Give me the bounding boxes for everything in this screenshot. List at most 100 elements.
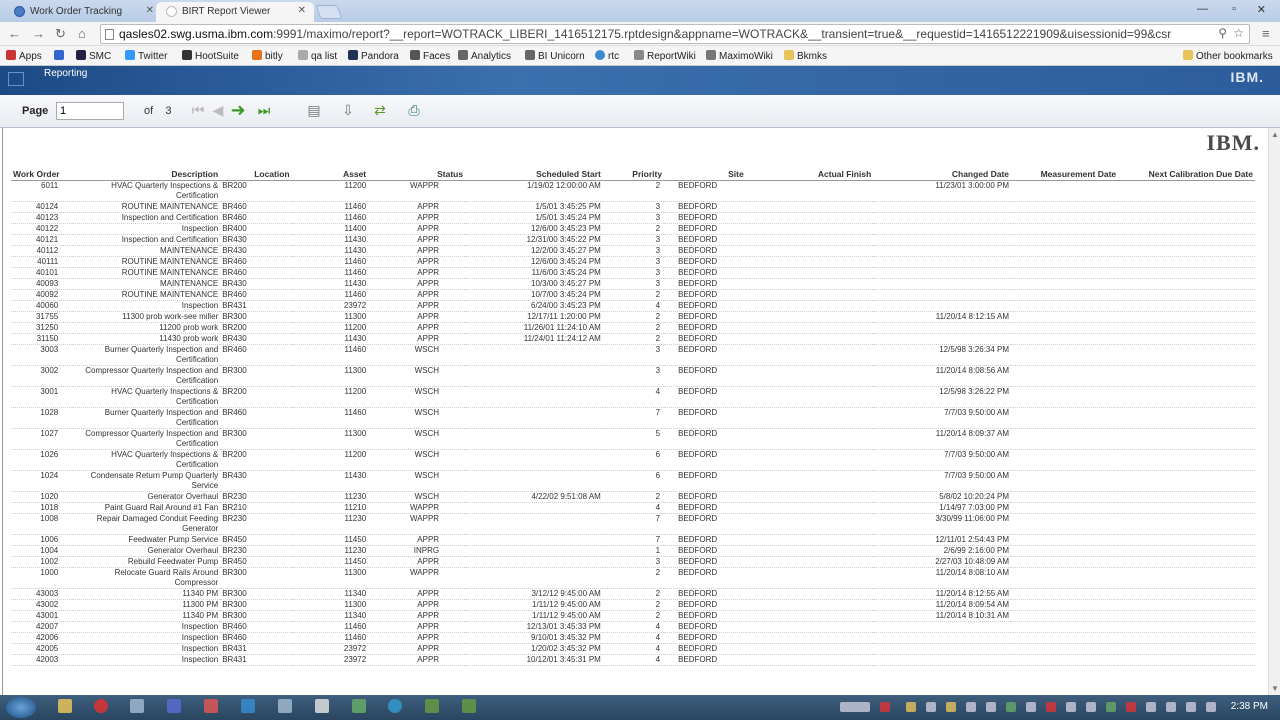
tray-icon[interactable]: [966, 702, 976, 712]
tray-icon[interactable]: [1026, 702, 1036, 712]
work-order-table: Work Order Description Location Asset St…: [11, 168, 1255, 666]
col-header: Scheduled Start: [465, 168, 603, 181]
vertical-scrollbar[interactable]: ▲ ▼: [1268, 128, 1280, 695]
table-cell: [1011, 567, 1119, 589]
bookmark-smc[interactable]: [54, 50, 67, 62]
table-cell: [873, 300, 1012, 312]
search-icon[interactable]: ⚲: [1215, 26, 1227, 40]
taskbar-app-icon[interactable]: [278, 699, 292, 713]
export-report-icon[interactable]: ⇄: [372, 102, 388, 118]
table-cell: BR450: [220, 556, 292, 568]
back-arrow-icon[interactable]: ←: [8, 26, 21, 41]
last-page-icon[interactable]: ⏭: [256, 102, 272, 118]
tray-icon[interactable]: [1046, 702, 1056, 712]
taskbar-app-icon[interactable]: [130, 699, 144, 713]
network-icon[interactable]: [1206, 702, 1216, 712]
print-icon[interactable]: ⎙: [406, 102, 422, 118]
table-cell: BR300: [220, 588, 292, 600]
table-cell: [873, 234, 1012, 246]
taskbar-app-icon[interactable]: [425, 699, 439, 713]
toc-icon[interactable]: ▤: [306, 102, 322, 118]
bookmark-bi-unicorn[interactable]: BI Unicorn: [525, 50, 585, 62]
maximize-icon[interactable]: ▫: [1232, 3, 1236, 15]
table-cell: 11430: [291, 278, 369, 290]
tray-icon[interactable]: [1086, 702, 1096, 712]
table-cell: 11/20/14 8:12:55 AM: [873, 588, 1012, 600]
table-cell: BR200: [220, 180, 292, 202]
tray-icon[interactable]: [986, 702, 996, 712]
page-number-input[interactable]: [56, 102, 124, 120]
reload-icon[interactable]: ↻: [55, 26, 66, 42]
tray-icon[interactable]: [1126, 702, 1136, 712]
bookmark-twitter[interactable]: Twitter: [125, 50, 167, 62]
new-tab-button[interactable]: [315, 5, 343, 19]
tab-birt-report-viewer[interactable]: BIRT Report Viewer ✕: [156, 2, 314, 22]
volume-icon[interactable]: [1186, 702, 1196, 712]
table-cell: [1011, 256, 1119, 268]
forward-arrow-icon[interactable]: →: [32, 26, 45, 41]
taskbar-app-icon[interactable]: [462, 699, 476, 713]
file-explorer-icon[interactable]: [58, 699, 72, 713]
bookmark-qa-list[interactable]: qa list: [298, 50, 337, 62]
table-cell: Inspection: [72, 621, 221, 633]
bookmark-hootsuite[interactable]: HootSuite: [182, 50, 239, 62]
export-data-icon[interactable]: ⇩: [340, 102, 356, 118]
table-cell: [745, 180, 874, 202]
tray-signal-icon[interactable]: [840, 702, 870, 712]
chrome-icon[interactable]: [94, 699, 108, 713]
table-cell: [873, 632, 1012, 644]
scroll-down-icon[interactable]: ▼: [1271, 684, 1279, 693]
table-cell: BR430: [220, 470, 292, 492]
tray-icon[interactable]: [1006, 702, 1016, 712]
url-input[interactable]: qasles02.swg.usma.ibm.com:9991/maximo/re…: [100, 24, 1250, 44]
bookmark-rtc[interactable]: rtc: [595, 50, 619, 62]
bookmark-faces[interactable]: Faces: [410, 50, 450, 62]
rtc-icon: [595, 50, 605, 60]
table-cell: 7/7/03 9:50:00 AM: [873, 407, 1012, 429]
bookmark-pandora[interactable]: Pandora: [348, 50, 399, 62]
tray-icon[interactable]: [1166, 702, 1176, 712]
taskbar-app-icon[interactable]: [241, 699, 255, 713]
tray-icon[interactable]: [906, 702, 916, 712]
apps-grid-icon: [6, 50, 16, 60]
previous-page-icon[interactable]: ◀: [210, 102, 226, 118]
tab-work-order-tracking[interactable]: Work Order Tracking ✕: [4, 2, 162, 22]
bookmark-apps[interactable]: Apps: [6, 50, 42, 62]
bookmark-smc-label[interactable]: SMC: [76, 50, 111, 62]
bookmark-bitly[interactable]: bitly: [252, 50, 283, 62]
table-cell: BEDFORD: [664, 610, 746, 622]
bookmark-analytics[interactable]: Analytics: [458, 50, 511, 62]
bookmark-maximowiki[interactable]: MaximoWiki: [706, 50, 773, 62]
table-row: 42006 Inspection BR460 11460 APPR 9/10/01 3:4…: [11, 632, 1255, 644]
start-button[interactable]: [6, 697, 36, 718]
minimize-icon[interactable]: —: [1197, 3, 1208, 15]
bookmark-bkmks[interactable]: Bkmks: [784, 50, 827, 62]
next-page-icon[interactable]: ➜: [230, 101, 246, 119]
tray-icon[interactable]: [1066, 702, 1076, 712]
tray-icon[interactable]: [1106, 702, 1116, 712]
tray-icon[interactable]: [926, 702, 936, 712]
table-cell: Inspection and Certification: [72, 212, 221, 224]
tray-icon[interactable]: [880, 702, 890, 712]
tray-icon[interactable]: [946, 702, 956, 712]
taskbar-app-icon[interactable]: [388, 699, 402, 713]
taskbar-app-icon[interactable]: [352, 699, 366, 713]
scroll-up-icon[interactable]: ▲: [1271, 130, 1279, 139]
close-tab-icon[interactable]: ✕: [298, 5, 306, 16]
bookmark-other[interactable]: Other bookmarks: [1183, 50, 1273, 62]
bookmark-reportwiki[interactable]: ReportWiki: [634, 50, 696, 62]
close-tab-icon[interactable]: ✕: [146, 5, 154, 16]
taskbar-app-icon[interactable]: [315, 699, 329, 713]
bookmark-star-icon[interactable]: ☆: [1233, 26, 1244, 40]
home-icon[interactable]: ⌂: [78, 26, 86, 41]
menu-icon[interactable]: ≡: [1262, 26, 1270, 41]
table-cell: 3003: [11, 344, 73, 366]
table-cell: APPR: [368, 234, 466, 246]
tray-icon[interactable]: [1146, 702, 1156, 712]
table-cell: 43003: [11, 588, 73, 600]
taskbar-app-icon[interactable]: [204, 699, 218, 713]
close-window-icon[interactable]: ✕: [1257, 3, 1266, 16]
wiki-icon: [706, 50, 716, 60]
taskbar-app-icon[interactable]: [167, 699, 181, 713]
first-page-icon[interactable]: ⏮: [190, 102, 206, 118]
